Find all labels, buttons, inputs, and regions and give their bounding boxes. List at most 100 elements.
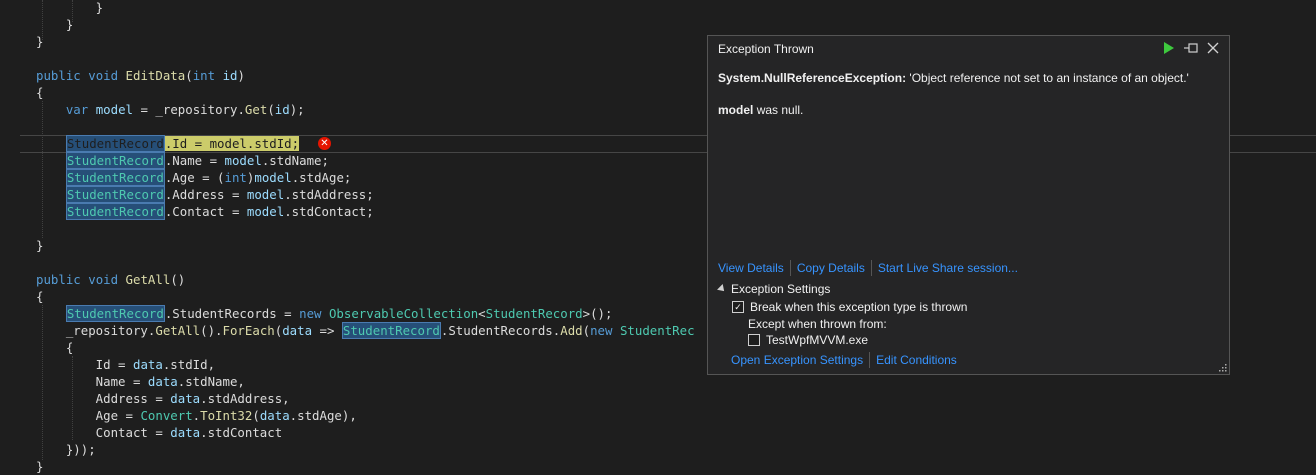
code-token: ForEach <box>222 323 275 338</box>
code-line: Age = Convert.ToInt32(data.stdAge), <box>36 407 357 424</box>
code-line: Id = data.stdId, <box>36 356 215 373</box>
view-details-link[interactable]: View Details <box>718 261 784 275</box>
code-token: } <box>36 34 44 49</box>
code-line: StudentRecord.Age = (int)model.stdAge; <box>36 169 351 186</box>
pin-icon[interactable] <box>1183 40 1199 56</box>
code-token: .Contact = <box>164 204 247 219</box>
code-token: data <box>170 425 201 440</box>
code-token: ObservableCollection <box>328 306 479 321</box>
resize-grip-icon[interactable] <box>1217 362 1227 372</box>
code-token: StudentRecord <box>65 186 165 203</box>
code-token: .stdAddress; <box>284 187 374 202</box>
code-token: model <box>254 170 292 185</box>
except-label: Except when thrown from: <box>748 317 887 331</box>
code-token: } <box>36 459 44 474</box>
code-token: model <box>224 153 262 168</box>
code-token: StudentRecord <box>65 305 165 322</box>
code-line: var model = _repository.Get(id); <box>36 101 305 118</box>
code-token: new <box>299 306 322 321</box>
collapse-triangle-icon <box>717 284 727 294</box>
module-checkbox[interactable] <box>748 334 760 346</box>
code-token: data <box>259 408 290 423</box>
code-token: GetAll <box>155 323 201 338</box>
code-token: ( <box>267 102 275 117</box>
code-line: } <box>36 16 73 33</box>
exception-message: System.NullReferenceException: 'Object r… <box>718 71 1189 85</box>
code-line: } <box>36 0 103 16</box>
code-line: } <box>36 458 43 475</box>
live-share-link[interactable]: Start Live Share session... <box>878 261 1018 275</box>
break-label: Break when this exception type is thrown <box>750 300 968 314</box>
exception-text: 'Object reference not set to an instance… <box>909 71 1189 85</box>
settings-header-label: Exception Settings <box>731 282 831 296</box>
break-option[interactable]: ✓ Break when this exception type is thro… <box>732 300 967 314</box>
code-token: new <box>590 323 613 338</box>
code-token: StudentRecord <box>65 135 165 152</box>
close-icon[interactable] <box>1205 40 1221 56</box>
exception-popup: Exception Thrown System.NullReferenceExc… <box>707 35 1230 375</box>
continue-icon[interactable] <box>1161 40 1177 56</box>
copy-details-link[interactable]: Copy Details <box>797 261 865 275</box>
code-token: .Age = ( <box>164 170 225 185</box>
code-token: data <box>170 391 201 406</box>
code-line: { <box>36 288 43 305</box>
code-token: .Name = <box>164 153 225 168</box>
code-token: { <box>36 340 74 355</box>
code-token: id <box>222 68 238 83</box>
error-icon[interactable]: ✕ <box>318 137 331 150</box>
module-option[interactable]: TestWpfMVVM.exe <box>748 333 868 347</box>
code-token: .stdName, <box>177 374 245 389</box>
code-token: id <box>274 102 290 117</box>
code-token: ( <box>252 408 260 423</box>
exception-settings-header[interactable]: Exception Settings <box>717 282 831 296</box>
edit-conditions-link[interactable]: Edit Conditions <box>876 353 957 367</box>
break-checkbox[interactable]: ✓ <box>732 301 744 313</box>
code-line: { <box>36 84 43 101</box>
code-line: Name = data.stdName, <box>36 373 245 390</box>
code-token: data <box>147 374 178 389</box>
code-token: ToInt32 <box>200 408 253 423</box>
code-token: Name = <box>36 374 148 389</box>
module-label: TestWpfMVVM.exe <box>766 333 869 347</box>
code-token: model <box>246 204 285 219</box>
code-token: ); <box>289 102 305 117</box>
code-token: data <box>132 357 163 372</box>
code-token: .stdContact; <box>284 204 374 219</box>
code-token: data <box>282 323 313 338</box>
code-line: Address = data.stdAddress, <box>36 390 290 407</box>
code-line: } <box>36 237 43 254</box>
code-token: void <box>88 68 119 83</box>
code-token: Id = <box>36 357 133 372</box>
null-suffix: was null. <box>756 103 804 117</box>
code-token: { <box>36 289 44 304</box>
code-token: => <box>312 323 342 338</box>
code-line: })); <box>36 441 96 458</box>
popup-title: Exception Thrown <box>718 42 814 56</box>
code-token: model <box>95 102 134 117</box>
code-token: .StudentRecords. <box>440 323 561 338</box>
code-token: } <box>36 0 104 15</box>
code-line: _repository.GetAll().ForEach (data => Stu… <box>36 322 695 339</box>
code-token: . <box>192 408 201 423</box>
code-token: (). <box>200 323 223 338</box>
divider <box>869 352 871 368</box>
code-token: ( <box>185 68 193 83</box>
code-token: { <box>36 85 44 100</box>
code-token: int <box>224 170 247 185</box>
code-token: .stdId, <box>162 357 216 372</box>
open-exception-settings-link[interactable]: Open Exception Settings <box>731 353 863 367</box>
code-token: EditData <box>125 68 186 83</box>
code-token: ( <box>582 323 591 338</box>
code-token: ) <box>237 68 245 83</box>
divider <box>870 260 872 276</box>
code-token: .StudentRecords = <box>164 306 300 321</box>
